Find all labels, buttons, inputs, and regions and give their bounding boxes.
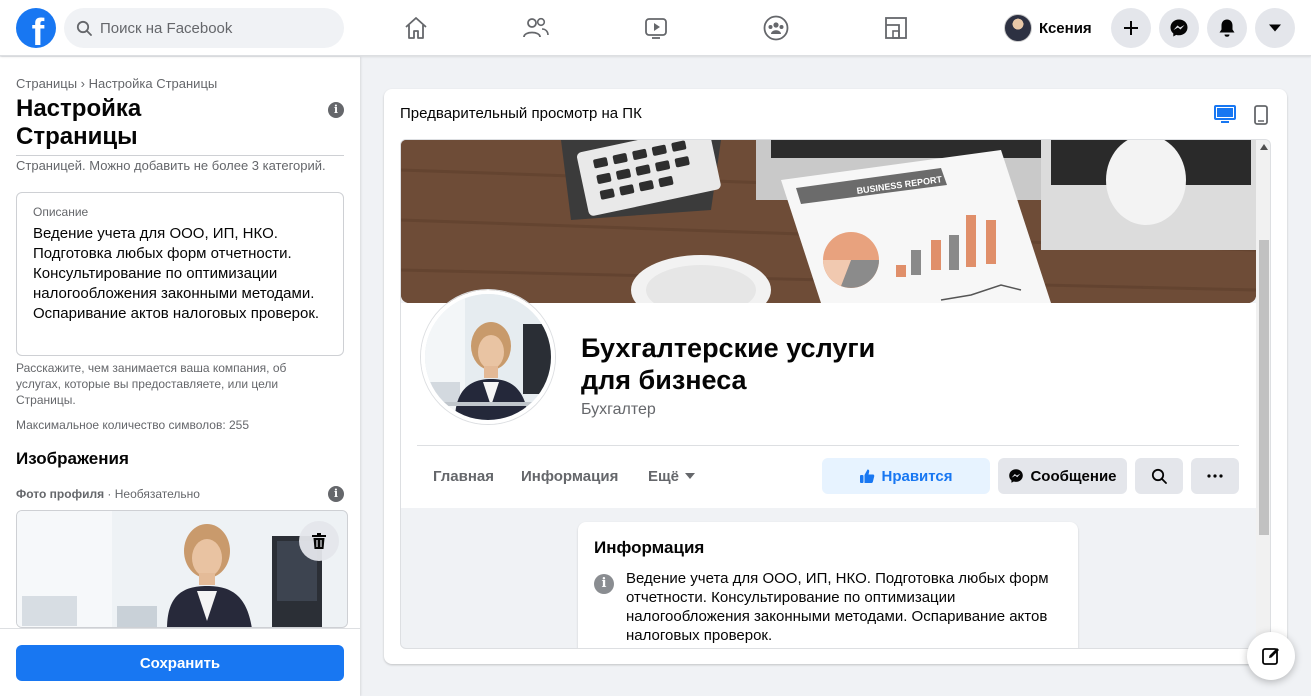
- desktop-icon[interactable]: [1213, 104, 1237, 126]
- category-note: Страницей. Можно добавить не более 3 кат…: [16, 158, 326, 173]
- save-button[interactable]: Сохранить: [16, 645, 344, 681]
- thumbs-up-icon: [860, 469, 875, 483]
- message-label: Сообщение: [1030, 467, 1117, 485]
- gaming-icon[interactable]: [876, 8, 916, 48]
- message-button[interactable]: Сообщение: [998, 458, 1127, 494]
- scroll-up-icon[interactable]: [1260, 144, 1268, 150]
- search-input[interactable]: [100, 19, 320, 37]
- description-label: Описание: [33, 205, 89, 219]
- home-icon[interactable]: [396, 8, 436, 48]
- page-preview-frame: BUSINESS REPORT Бухгалтерские услуги для…: [400, 139, 1271, 649]
- profile-photo-image: [17, 511, 347, 627]
- search-box[interactable]: [64, 8, 344, 48]
- groups-icon[interactable]: [756, 8, 796, 48]
- description-field[interactable]: Описание Ведение учета для ООО, ИП, НКО.…: [16, 192, 344, 356]
- scroll-thumb[interactable]: [1259, 240, 1269, 535]
- messenger-icon: [1170, 19, 1188, 37]
- like-label: Нравится: [881, 467, 953, 485]
- preview-scrollbar[interactable]: [1256, 140, 1270, 648]
- description-value[interactable]: Ведение учета для ООО, ИП, НКО. Подготов…: [33, 224, 323, 324]
- tab-info[interactable]: Информация: [521, 468, 618, 485]
- search-icon: [76, 20, 92, 36]
- divider: [417, 445, 1239, 446]
- info-icon[interactable]: i: [328, 486, 344, 502]
- messenger-icon: [1009, 469, 1024, 483]
- info-card-title: Информация: [594, 538, 705, 557]
- messenger-button[interactable]: [1159, 8, 1199, 48]
- page-avatar-image: [425, 294, 551, 420]
- profile-chip[interactable]: Ксения: [1004, 10, 1100, 46]
- images-heading: Изображения: [16, 449, 129, 468]
- account-menu-button[interactable]: [1255, 8, 1295, 48]
- page-category: Бухгалтер: [581, 401, 656, 418]
- page-title: Настройка Страницы: [16, 95, 142, 150]
- profile-photo-preview[interactable]: [16, 510, 348, 628]
- cover-photo: BUSINESS REPORT: [401, 140, 1256, 303]
- edit-icon: [1262, 648, 1279, 665]
- more-icon: [1207, 474, 1223, 478]
- search-page-button[interactable]: [1135, 458, 1183, 494]
- delete-photo-button[interactable]: [299, 521, 339, 561]
- page-setup-sidebar: Страницы › Настройка Страницы Настройка …: [0, 57, 360, 696]
- max-chars-note: Максимальное количество символов: 255: [16, 418, 250, 432]
- facebook-logo-letter: f: [31, 12, 45, 48]
- top-navigation-bar: f Ксения: [0, 0, 1311, 56]
- watch-icon[interactable]: [636, 8, 676, 48]
- breadcrumb[interactable]: Страницы › Настройка Страницы: [16, 76, 217, 91]
- tab-more[interactable]: Ещё: [648, 468, 696, 485]
- avatar: [1004, 14, 1032, 42]
- info-card-text: Ведение учета для ООО, ИП, НКО. Подготов…: [626, 570, 1049, 644]
- preview-title: Предварительный просмотр на ПК: [400, 105, 642, 122]
- info-icon[interactable]: i: [328, 102, 344, 118]
- divider: [16, 155, 344, 156]
- caret-down-icon: [685, 473, 696, 479]
- mobile-icon[interactable]: [1249, 104, 1273, 126]
- sidebar-footer: Сохранить: [0, 628, 360, 696]
- profile-photo-label: Фото профиля · Необязательно: [16, 487, 200, 501]
- tab-home[interactable]: Главная: [433, 468, 494, 485]
- description-help: Расскажите, чем занимается ваша компания…: [16, 361, 287, 407]
- friends-icon[interactable]: [516, 8, 556, 48]
- page-name: Бухгалтерские услуги для бизнеса: [581, 333, 876, 395]
- facebook-logo[interactable]: f: [16, 8, 56, 48]
- like-button[interactable]: Нравится: [822, 458, 990, 494]
- profile-name: Ксения: [1039, 19, 1092, 37]
- profile-photo-label-text: Фото профиля: [16, 487, 105, 501]
- search-icon: [1151, 468, 1167, 484]
- tab-more-label: Ещё: [648, 468, 680, 485]
- plus-icon: [1124, 21, 1138, 35]
- profile-photo-optional: · Необязательно: [104, 487, 200, 501]
- trash-icon: [312, 533, 326, 549]
- bell-icon: [1219, 19, 1235, 37]
- info-icon: i: [594, 574, 614, 594]
- desktop-preview-card: Предварительный просмотр на ПК BUSINESS …: [384, 89, 1287, 664]
- page-avatar: [421, 290, 555, 424]
- create-button[interactable]: [1111, 8, 1151, 48]
- cover-image: BUSINESS REPORT: [401, 140, 1256, 303]
- edit-button[interactable]: [1247, 632, 1295, 680]
- caret-down-icon: [1269, 24, 1281, 32]
- info-card: Информация i Ведение учета для ООО, ИП, …: [578, 522, 1078, 648]
- more-options-button[interactable]: [1191, 458, 1239, 494]
- notifications-button[interactable]: [1207, 8, 1247, 48]
